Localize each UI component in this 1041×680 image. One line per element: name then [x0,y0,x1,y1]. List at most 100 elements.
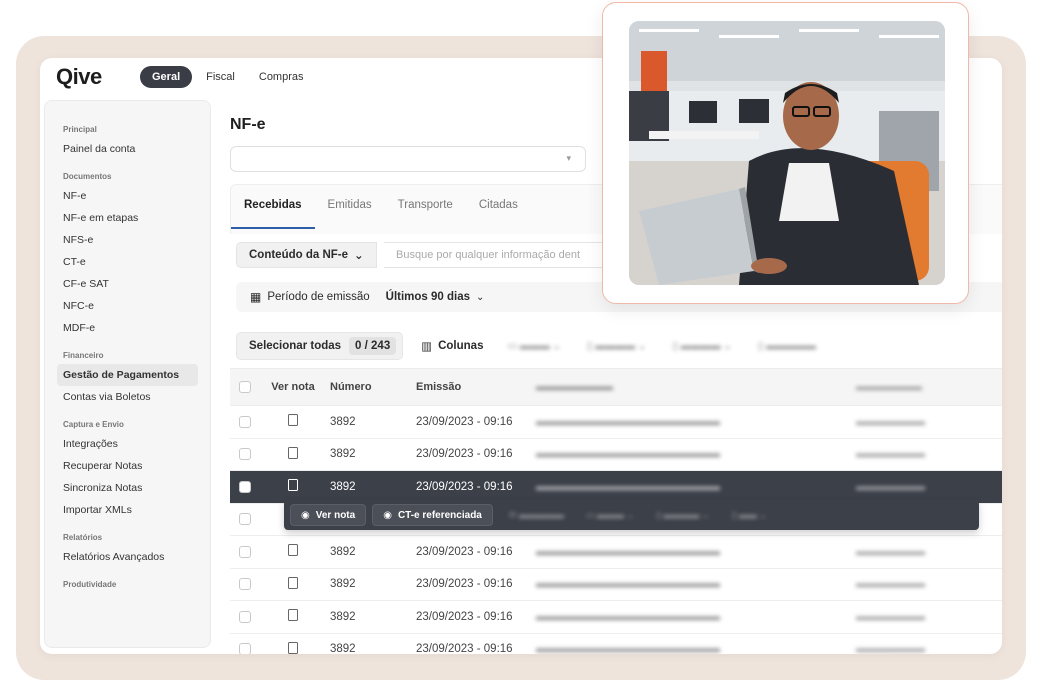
top-tab-geral[interactable]: Geral [140,66,193,88]
cell-numero: 3892 [330,448,356,461]
sidebar-item[interactable]: MDF-e [45,317,210,339]
sidebar-item[interactable]: Contas via Boletos [45,386,210,408]
cell-chave-blurred: ▬▬▬▬▬▬▬▬▬▬▬▬▬▬▬▬ [536,578,720,591]
tag-icon: ▭ ▬▬▬ ⌄ [585,509,634,520]
cell-emissao: 23/09/2023 - 09:16 [416,545,513,558]
cell-chave-blurred: ▬▬▬▬▬▬▬▬▬▬▬▬▬▬▬▬ [536,448,720,461]
document-icon[interactable] [288,544,298,557]
tab-emitidas[interactable]: Emitidas [315,199,385,229]
cell-extra-blurred: ▬▬▬▬▬▬ [856,610,925,623]
document-icon[interactable] [288,576,298,589]
sidebar-section-title: Captura e Envio [63,420,124,429]
row-checkbox[interactable] [239,480,251,493]
sidebar-section-title: Documentos [63,172,112,181]
sidebar-item[interactable]: Painel da conta [45,138,210,160]
tab-transporte[interactable]: Transporte [385,199,466,229]
cell-emissao: 23/09/2023 - 09:16 [416,643,513,654]
blurred-toolbar-actions: ▭ ▬▬▬ ⌄ ▯ ▬▬▬▬ ⌄ ▯ ▬▬▬▬ ⌄ ▯ ▬▬▬▬▬ [507,341,816,352]
table-row[interactable]: 3892 23/09/2023 - 09:16 ▬▬▬▬▬▬▬▬▬▬▬▬▬▬▬▬ ▬▬… [230,406,1002,439]
period-label: Período de emissão [267,291,370,303]
sidebar-item[interactable]: Importar XMLs [45,499,210,521]
table-header: Ver nota Número Emissão ▬▬▬▬▬▬▬ ▬▬▬▬▬▬ [230,368,1002,406]
col-extra-blurred: ▬▬▬▬▬▬ [856,381,922,393]
document-icon[interactable] [288,641,298,654]
cell-extra-blurred: ▬▬▬▬▬▬ [856,448,925,461]
table-row[interactable]: 3892 23/09/2023 - 09:16 ▬▬▬▬▬▬▬▬▬▬▬▬▬▬▬▬ ▬▬… [230,601,1002,634]
row-checkbox[interactable] [239,513,251,526]
table-row[interactable]: 3892 23/09/2023 - 09:16 ▬▬▬▬▬▬▬▬▬▬▬▬▬▬▬▬ ▬▬… [230,536,1002,569]
person-photo [629,21,945,285]
document-icon[interactable] [288,414,298,427]
row-checkbox[interactable] [239,415,251,428]
sidebar-item[interactable]: Integrações [45,433,210,455]
sidebar-item[interactable]: CT-e [45,251,210,273]
sidebar-item[interactable]: Relatórios Avançados [45,546,210,568]
cell-numero: 3892 [330,480,356,493]
sidebar-item[interactable]: NFC-e [45,295,210,317]
columns-label: Colunas [438,340,484,352]
cell-emissao: 23/09/2023 - 09:16 [416,415,513,428]
row-checkbox[interactable] [239,578,251,591]
col-chave-blurred: ▬▬▬▬▬▬▬ [536,381,613,393]
cell-numero: 3892 [330,610,356,623]
page-title: NF-e [230,116,266,133]
more-icon: ▯ ▬▬ ⌄ [731,509,767,520]
row-checkbox[interactable] [239,610,251,623]
document-icon[interactable] [288,446,298,459]
blurred-context-actions: ⟳ ▬▬▬▬▬ ▭ ▬▬▬ ⌄ ▯ ▬▬▬▬ ⌄ ▯ ▬▬ ⌄ [509,510,767,521]
cell-emissao: 23/09/2023 - 09:16 [416,610,513,623]
col-numero: Número [330,381,372,393]
sidebar-item[interactable]: Recuperar Notas [45,455,210,477]
photo-card [602,2,969,304]
eye-icon: ◉ [383,509,392,521]
sidebar-item[interactable]: CF-e SAT [45,273,210,295]
ct-e-referenciada-button[interactable]: ◉ CT-e referenciada [372,504,493,526]
sidebar-item[interactable]: NF-e em etapas [45,207,210,229]
company-select[interactable]: ▾ [230,146,586,172]
row-checkbox[interactable] [239,448,251,461]
table-row[interactable]: 3892 23/09/2023 - 09:16 ▬▬▬▬▬▬▬▬▬▬▬▬▬▬▬▬ ▬▬… [230,634,1002,654]
document-icon[interactable] [288,479,298,492]
columns-button[interactable]: ▥ Colunas [421,339,483,353]
columns-icon: ▥ [421,341,433,353]
table-row[interactable]: 3892 23/09/2023 - 09:16 ▬▬▬▬▬▬▬▬▬▬▬▬▬▬▬▬ ▬▬… [230,569,1002,601]
tag-icon: ▭ ▬▬▬ ⌄ [507,340,561,352]
cell-numero: 3892 [330,643,356,654]
cell-extra-blurred: ▬▬▬▬▬▬ [856,643,925,654]
sidebar-item[interactable]: Gestão de Pagamentos [57,364,198,386]
sidebar-section-title: Principal [63,125,97,134]
select-all-button[interactable]: Selecionar todas 0 / 243 [236,332,404,360]
status-icon: ▯ ▬▬▬▬ ⌄ [672,340,732,352]
document-icon[interactable] [288,609,298,622]
period-value: Últimos 90 dias [385,291,471,303]
manifest-icon: ▯ ▬▬▬▬ ⌄ [655,509,710,520]
cell-chave-blurred: ▬▬▬▬▬▬▬▬▬▬▬▬▬▬▬▬ [536,643,720,654]
row-checkbox[interactable] [239,643,251,654]
cell-numero: 3892 [330,578,356,591]
logo: Qive [56,64,102,89]
content-filter-label: Conteúdo da NF-e [249,249,349,261]
cell-extra-blurred: ▬▬▬▬▬▬ [856,578,925,591]
cell-extra-blurred: ▬▬▬▬▬▬ [856,415,925,428]
cell-emissao: 23/09/2023 - 09:16 [416,578,513,591]
row-checkbox[interactable] [239,545,251,558]
tab-recebidas[interactable]: Recebidas [231,199,315,229]
tab-citadas[interactable]: Citadas [466,199,531,229]
sidebar-item[interactable]: Sincroniza Notas [45,477,210,499]
cell-chave-blurred: ▬▬▬▬▬▬▬▬▬▬▬▬▬▬▬▬ [536,415,720,428]
top-tab-compras[interactable]: Compras [249,66,314,88]
ver-nota-button[interactable]: ◉ Ver nota [290,504,367,526]
top-tab-fiscal[interactable]: Fiscal [196,66,245,88]
sidebar-section-title: Relatórios [63,533,103,542]
cell-numero: 3892 [330,415,356,428]
content-filter-dropdown[interactable]: Conteúdo da NF-e ⌄ [236,242,377,268]
eye-icon: ◉ [301,509,310,521]
refresh-icon: ⟳ ▬▬▬▬▬ [508,509,564,520]
select-all-checkbox[interactable] [239,381,251,393]
cell-chave-blurred: ▬▬▬▬▬▬▬▬▬▬▬▬▬▬▬▬ [536,610,720,623]
table-row[interactable]: 3892 23/09/2023 - 09:16 ▬▬▬▬▬▬▬▬▬▬▬▬▬▬▬▬ ▬▬… [230,439,1002,471]
ver-nota-label: Ver nota [315,509,356,521]
sidebar-item[interactable]: NFS-e [45,229,210,251]
table-row[interactable]: 3892 23/09/2023 - 09:16 ▬▬▬▬▬▬▬▬▬▬▬▬▬▬▬▬ ▬▬… [230,471,1002,504]
sidebar-item[interactable]: NF-e [45,185,210,207]
